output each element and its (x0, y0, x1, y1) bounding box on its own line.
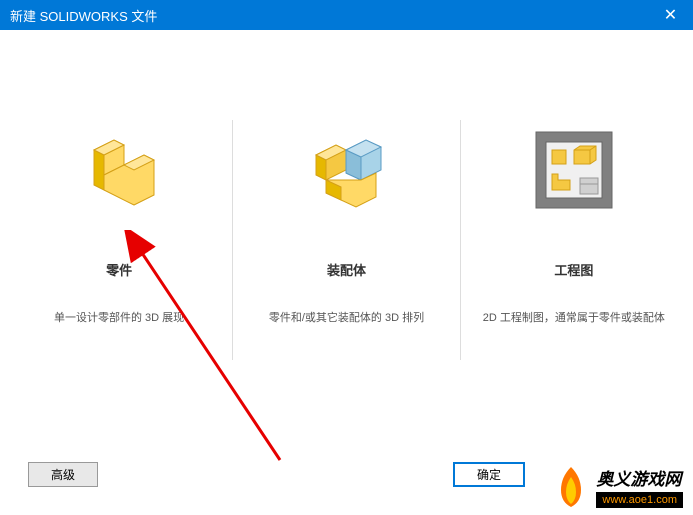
drawing-icon (524, 120, 624, 220)
option-part-desc: 单一设计零部件的 3D 展现 (54, 309, 184, 325)
watermark-logo-icon (551, 462, 591, 510)
ok-button[interactable]: 确定 (453, 462, 525, 487)
divider (460, 120, 461, 360)
divider (232, 120, 233, 360)
option-part[interactable]: 零件 单一设计零部件的 3D 展现 (14, 110, 224, 360)
close-button[interactable]: ✕ (648, 0, 693, 30)
assembly-icon (296, 120, 396, 220)
advanced-button[interactable]: 高级 (28, 462, 98, 487)
option-drawing-title: 工程图 (554, 260, 593, 279)
option-assembly-desc: 零件和/或其它装配体的 3D 排列 (269, 309, 424, 325)
option-assembly-title: 装配体 (327, 260, 366, 279)
option-drawing-desc: 2D 工程制图，通常属于零件或装配体 (483, 309, 665, 325)
part-icon (69, 120, 169, 220)
option-assembly[interactable]: 装配体 零件和/或其它装配体的 3D 排列 (241, 110, 451, 360)
option-part-title: 零件 (106, 260, 132, 279)
watermark: 奥义游戏网 www.aoe1.com (551, 462, 683, 510)
watermark-url: www.aoe1.com (596, 492, 683, 508)
watermark-title: 奥义游戏网 (596, 465, 681, 490)
titlebar: 新建 SOLIDWORKS 文件 ✕ (0, 0, 693, 30)
close-icon: ✕ (664, 5, 677, 25)
option-drawing[interactable]: 工程图 2D 工程制图，通常属于零件或装配体 (469, 110, 679, 360)
document-type-options: 零件 单一设计零部件的 3D 展现 装配体 零件和/或其它装配体的 3D 排列 (0, 30, 693, 360)
window-title: 新建 SOLIDWORKS 文件 (10, 6, 157, 25)
